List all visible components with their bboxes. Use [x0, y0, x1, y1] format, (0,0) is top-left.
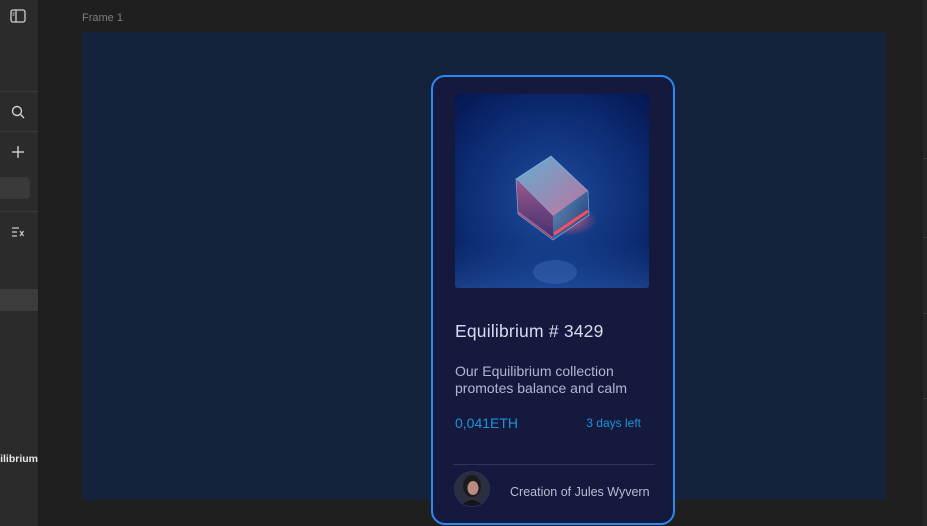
sidebar-toggle-icon[interactable] — [8, 6, 28, 26]
nft-description: Our Equilibrium collection promotes bala… — [455, 363, 627, 396]
layer-label[interactable]: Equilibrium — [0, 453, 38, 465]
nft-title: Equilibrium # 3429 — [455, 321, 604, 341]
nft-image — [455, 94, 649, 288]
selected-layer-row[interactable] — [0, 289, 38, 311]
text-list-icon[interactable] — [8, 222, 28, 242]
panel-divider — [0, 131, 38, 132]
panel-divider — [0, 91, 38, 92]
panel-divider — [0, 211, 38, 212]
plus-icon[interactable] — [8, 142, 28, 162]
nft-card[interactable]: Equilibrium # 3429 Our Equilibrium colle… — [431, 75, 675, 525]
creator-avatar[interactable] — [455, 472, 489, 506]
left-toolbar: Equilibrium — [0, 0, 39, 526]
frame-label[interactable]: Frame 1 — [82, 12, 123, 24]
panel-input-pill[interactable] — [0, 177, 30, 199]
creator-credit[interactable]: Creation of Jules Wyvern — [510, 485, 650, 499]
search-icon[interactable] — [8, 102, 28, 122]
frame-1[interactable]: Equilibrium # 3429 Our Equilibrium colle… — [82, 32, 886, 525]
card-divider — [453, 464, 655, 465]
right-panel-edge — [923, 0, 927, 526]
time-left: 3 days left — [586, 416, 641, 430]
nft-price[interactable]: 0,041ETH — [455, 415, 518, 431]
